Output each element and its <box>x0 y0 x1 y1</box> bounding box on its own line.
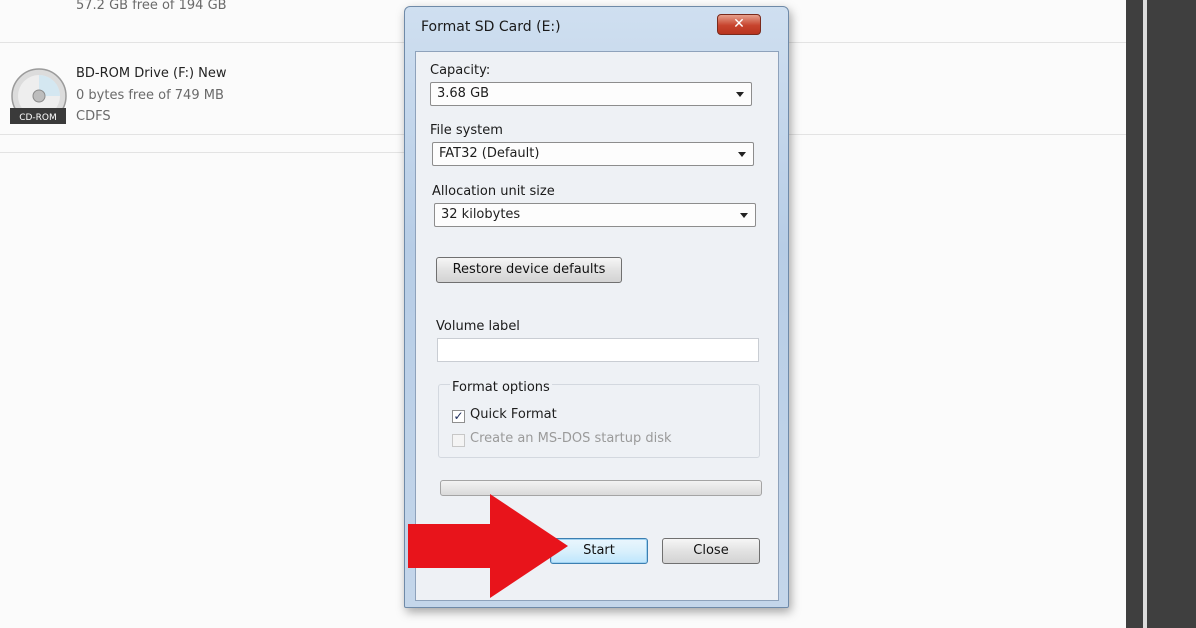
allocation-unit-dropdown[interactable]: 32 kilobytes <box>434 203 756 227</box>
restore-defaults-button[interactable]: Restore device defaults <box>436 257 622 283</box>
dialog-title: Format SD Card (E:) <box>421 19 561 35</box>
drive-name: BD-ROM Drive (F:) New <box>76 66 227 81</box>
cd-drive-icon: CD-ROM <box>10 68 67 124</box>
allocation-unit-value: 32 kilobytes <box>441 207 521 222</box>
chevron-down-icon <box>738 152 746 157</box>
volume-label-input[interactable] <box>437 338 759 362</box>
msdos-startup-label[interactable]: Create an MS-DOS startup disk <box>470 431 672 446</box>
drive-filesystem: CDFS <box>76 109 111 124</box>
format-options-label: Format options <box>450 380 552 395</box>
quick-format-checkbox[interactable]: ✓ <box>452 410 465 423</box>
chevron-down-icon <box>736 92 744 97</box>
capacity-value: 3.68 GB <box>437 86 490 101</box>
quick-format-label[interactable]: Quick Format <box>470 407 557 422</box>
red-arrow-icon <box>408 494 568 598</box>
cd-rom-icon-label: CD-ROM <box>19 113 57 123</box>
allocation-unit-label: Allocation unit size <box>432 184 555 199</box>
filesystem-value: FAT32 (Default) <box>439 146 540 161</box>
drive-free-space: 0 bytes free of 749 MB <box>76 88 224 103</box>
volume-label-label: Volume label <box>436 319 520 334</box>
close-window-button[interactable]: ✕ <box>717 14 761 35</box>
msdos-startup-checkbox[interactable] <box>452 434 465 447</box>
divider <box>0 152 404 153</box>
capacity-label: Capacity: <box>430 63 491 78</box>
filesystem-label: File system <box>430 123 503 138</box>
close-button[interactable]: Close <box>662 538 760 564</box>
right-panel-edge <box>1143 0 1147 628</box>
capacity-dropdown[interactable]: 3.68 GB <box>430 82 752 106</box>
right-panel <box>1126 0 1196 628</box>
drive-free-space: 57.2 GB free of 194 GB <box>76 0 227 13</box>
filesystem-dropdown[interactable]: FAT32 (Default) <box>432 142 754 166</box>
chevron-down-icon <box>740 213 748 218</box>
